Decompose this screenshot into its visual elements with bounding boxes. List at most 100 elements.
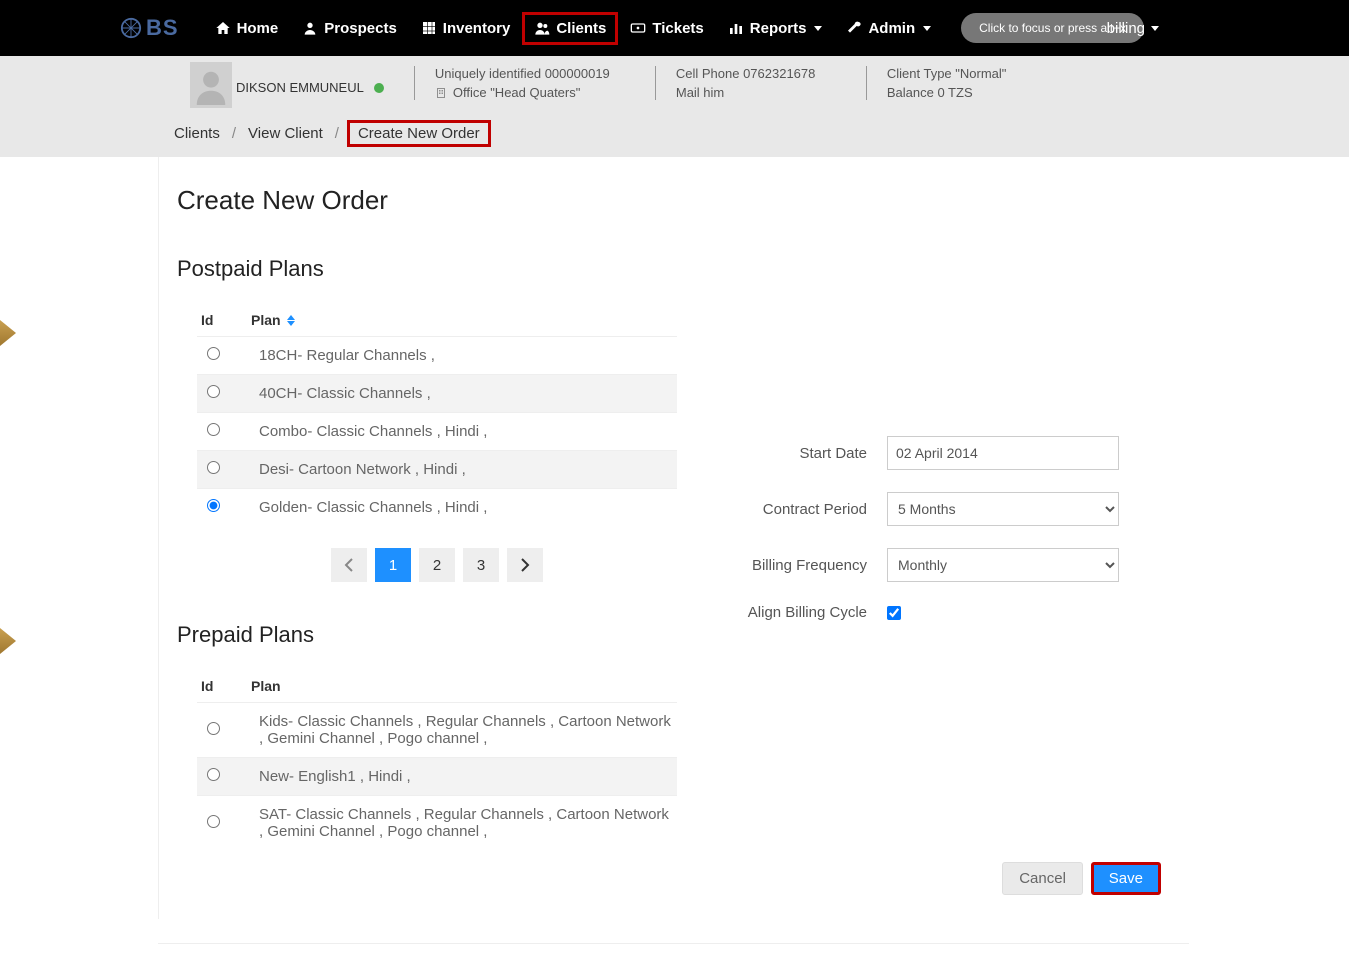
nav-reports[interactable]: Reports	[716, 12, 835, 45]
edge-arrow[interactable]	[0, 320, 16, 346]
align-checkbox[interactable]	[887, 606, 901, 620]
balance-label: Balance 0 TZS	[887, 85, 1007, 100]
start-date-input[interactable]	[887, 436, 1119, 470]
action-bar: Cancel Save	[177, 862, 1171, 895]
table-header: Id Plan	[197, 304, 677, 336]
col-plan-header[interactable]: Plan	[251, 312, 677, 328]
info-col-1: Uniquely identified 000000019 Office "He…	[435, 62, 645, 100]
client-id-label: Uniquely identified 000000019	[435, 66, 645, 81]
user-icon	[302, 20, 318, 36]
postpaid-title: Postpaid Plans	[177, 256, 697, 282]
table-row[interactable]: Desi- Cartoon Network , Hindi ,	[197, 450, 677, 488]
table-row[interactable]: Kids- Classic Channels , Regular Channel…	[197, 702, 677, 757]
nav-tickets-label: Tickets	[652, 20, 703, 37]
billing-select[interactable]: Monthly	[887, 548, 1119, 582]
edge-arrow[interactable]	[0, 628, 16, 654]
nav-items: Home Prospects Inventory Clients Tickets	[203, 12, 1145, 45]
nav-inventory-label: Inventory	[443, 20, 511, 37]
col-id-header: Id	[197, 312, 251, 328]
page-next-button[interactable]	[507, 548, 543, 582]
plan-name: 18CH- Regular Channels ,	[259, 347, 677, 364]
order-form: Start Date Contract Period 5 Months Bill…	[727, 256, 1171, 850]
caret-down-icon	[814, 26, 822, 31]
nav-reports-label: Reports	[750, 20, 807, 37]
user-label: billing	[1107, 20, 1145, 37]
avatar	[190, 62, 232, 108]
plan-radio[interactable]	[207, 722, 220, 735]
table-row[interactable]: 18CH- Regular Channels ,	[197, 336, 677, 374]
phone-label: Cell Phone 0762321678	[676, 66, 856, 81]
plan-radio[interactable]	[207, 347, 220, 360]
align-row: Align Billing Cycle	[727, 604, 1171, 621]
billing-row: Billing Frequency Monthly	[727, 548, 1171, 582]
col-plan-label: Plan	[251, 678, 281, 694]
nav-home[interactable]: Home	[203, 12, 291, 45]
table-row[interactable]: Combo- Classic Channels , Hindi ,	[197, 412, 677, 450]
nav-admin[interactable]: Admin	[834, 12, 943, 45]
info-col-2: Cell Phone 0762321678 Mail him	[676, 62, 856, 100]
page-3-button[interactable]: 3	[463, 548, 499, 582]
table-row[interactable]: 40CH- Classic Channels ,	[197, 374, 677, 412]
plan-radio[interactable]	[207, 768, 220, 781]
client-header: DIKSON EMMUNEUL Uniquely identified 0000…	[0, 56, 1349, 157]
plan-name: Desi- Cartoon Network , Hindi ,	[259, 461, 677, 478]
plan-radio[interactable]	[207, 423, 220, 436]
breadcrumb-current: Create New Order	[347, 120, 491, 147]
nav-tickets[interactable]: Tickets	[618, 12, 715, 45]
plan-radio[interactable]	[207, 461, 220, 474]
caret-down-icon	[923, 26, 931, 31]
wrench-icon	[846, 20, 862, 36]
user-menu[interactable]: billing	[1107, 20, 1159, 37]
table-header: Id Plan	[197, 670, 677, 702]
breadcrumb-sep: /	[335, 125, 339, 142]
divider	[866, 66, 867, 100]
home-icon	[215, 20, 231, 36]
plan-radio[interactable]	[207, 499, 220, 512]
users-icon	[534, 20, 550, 36]
divider	[414, 66, 415, 100]
caret-down-icon	[1151, 26, 1159, 31]
plan-name: Kids- Classic Channels , Regular Channel…	[259, 713, 677, 747]
start-date-label: Start Date	[727, 445, 887, 462]
col-plan-label: Plan	[251, 312, 281, 328]
nav-clients[interactable]: Clients	[522, 12, 618, 45]
cancel-button[interactable]: Cancel	[1002, 862, 1083, 895]
brand[interactable]: BS	[120, 15, 179, 41]
client-type-label: Client Type "Normal"	[887, 66, 1007, 81]
save-button[interactable]: Save	[1091, 862, 1161, 895]
search-placeholder: Click to focus or press alt+x	[979, 21, 1126, 35]
plan-name: Golden- Classic Channels , Hindi ,	[259, 499, 677, 516]
table-row[interactable]: Golden- Classic Channels , Hindi ,	[197, 488, 677, 526]
page-title: Create New Order	[177, 185, 1171, 216]
plans-column: Postpaid Plans Id Plan 18CH- Regular Cha…	[177, 256, 697, 850]
chart-icon	[728, 20, 744, 36]
nav-prospects[interactable]: Prospects	[290, 12, 409, 45]
mail-link[interactable]: Mail him	[676, 85, 856, 100]
plan-radio[interactable]	[207, 815, 220, 828]
col-plan-header[interactable]: Plan	[251, 678, 677, 694]
table-row[interactable]: New- English1 , Hindi ,	[197, 757, 677, 795]
breadcrumb-sep: /	[232, 125, 236, 142]
plan-radio[interactable]	[207, 385, 220, 398]
ticket-icon	[630, 20, 646, 36]
contract-label: Contract Period	[727, 501, 887, 518]
plan-name: 40CH- Classic Channels ,	[259, 385, 677, 402]
info-col-3: Client Type "Normal" Balance 0 TZS	[887, 62, 1007, 100]
table-row[interactable]: SAT- Classic Channels , Regular Channels…	[197, 795, 677, 850]
contract-select[interactable]: 5 Months	[887, 492, 1119, 526]
page-1-button[interactable]: 1	[375, 548, 411, 582]
page-2-button[interactable]: 2	[419, 548, 455, 582]
office-label: Office "Head Quaters"	[453, 85, 581, 100]
page-prev-button[interactable]	[331, 548, 367, 582]
nav-admin-label: Admin	[868, 20, 915, 37]
nav-inventory[interactable]: Inventory	[409, 12, 523, 45]
building-icon	[435, 87, 447, 99]
breadcrumb-clients[interactable]: Clients	[170, 123, 224, 144]
breadcrumb-view-client[interactable]: View Client	[244, 123, 327, 144]
plan-name: New- English1 , Hindi ,	[259, 768, 677, 785]
divider	[655, 66, 656, 100]
prepaid-table: Id Plan Kids- Classic Channels , Regular…	[197, 670, 677, 850]
start-date-row: Start Date	[727, 436, 1171, 470]
client-info-row: DIKSON EMMUNEUL Uniquely identified 0000…	[0, 56, 1349, 114]
breadcrumb: Clients / View Client / Create New Order	[0, 114, 1349, 157]
